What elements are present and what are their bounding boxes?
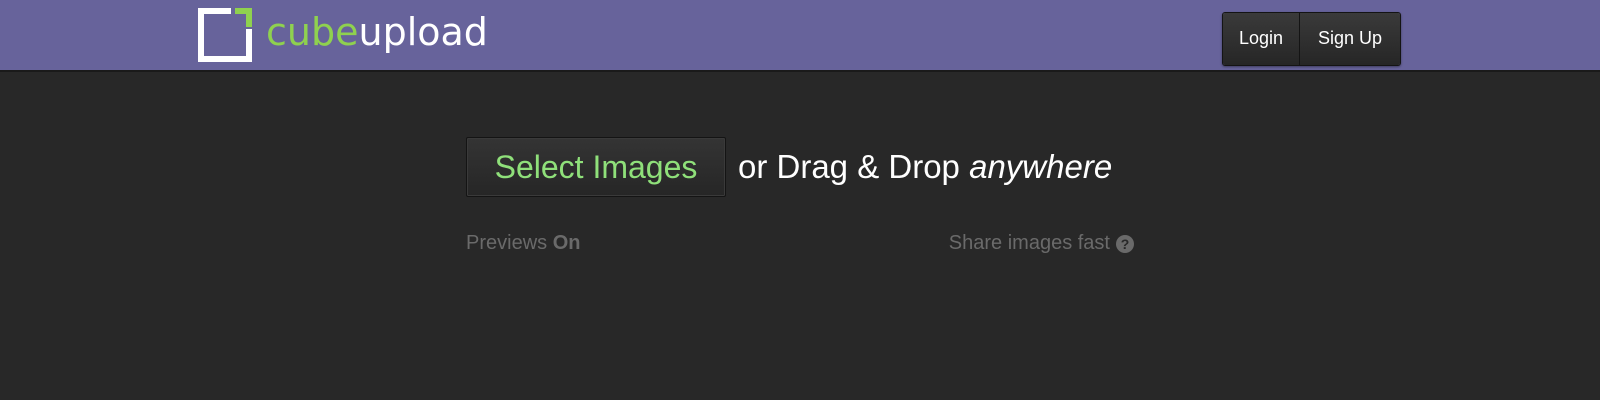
logo-text-upload: upload: [358, 10, 488, 54]
previews-toggle[interactable]: Previews On: [466, 232, 580, 255]
top-navigation-bar: cubeupload Login Sign Up: [0, 0, 1600, 72]
login-button[interactable]: Login: [1223, 13, 1300, 65]
drag-drop-emphasis: anywhere: [969, 148, 1113, 185]
share-text: Share images fast: [948, 232, 1110, 254]
logo-text: cubeupload: [266, 5, 488, 59]
logo-text-cube: cube: [266, 10, 359, 54]
select-images-button[interactable]: Select Images: [466, 137, 726, 197]
upload-prompt: Select Images or Drag & Drop anywhere: [466, 137, 1112, 197]
help-icon[interactable]: ?: [1116, 234, 1134, 253]
logo-cube-icon: [198, 8, 252, 62]
auth-button-group: Login Sign Up: [1222, 12, 1401, 66]
sign-up-button[interactable]: Sign Up: [1300, 13, 1400, 65]
previews-state: On: [552, 232, 581, 254]
previews-label: Previews: [466, 232, 548, 254]
drag-drop-text: or Drag & Drop anywhere: [738, 148, 1112, 186]
share-info: Share images fast ?: [949, 232, 1134, 255]
drag-drop-label: or Drag & Drop: [738, 148, 960, 185]
cubeupload-logo[interactable]: cubeupload: [198, 8, 488, 62]
